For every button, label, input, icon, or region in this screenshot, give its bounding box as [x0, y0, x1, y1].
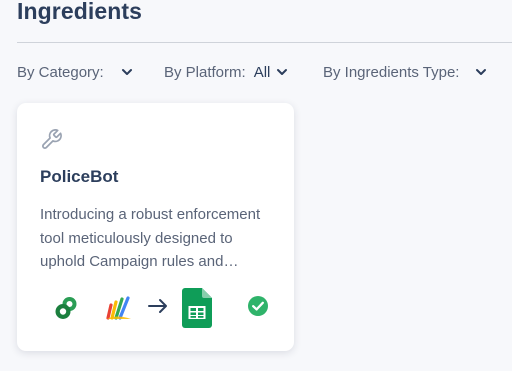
ingredient-card[interactable]: PoliceBot Introducing a robust enforceme…: [17, 103, 294, 351]
filter-platform-label: By Platform:: [164, 63, 246, 81]
filter-bar: By Category: By Platform: All By Ingredi…: [17, 61, 512, 83]
title-divider: [17, 42, 512, 43]
chevron-down-icon[interactable]: [275, 65, 289, 79]
filter-category[interactable]: By Category:: [17, 64, 134, 81]
card-description: Introducing a robust enforcement tool me…: [40, 206, 261, 270]
filter-platform-value: All: [253, 63, 271, 81]
google-sheets-icon: [182, 288, 212, 328]
card-title[interactable]: PoliceBot: [40, 167, 118, 187]
filter-category-label: By Category:: [17, 63, 104, 81]
chevron-down-icon[interactable]: [120, 65, 134, 79]
green-link-icon: [52, 293, 82, 323]
arrow-right-icon: [147, 297, 169, 315]
check-circle-icon: [247, 295, 269, 317]
looker-studio-icon: [105, 294, 133, 320]
chevron-down-icon[interactable]: [474, 65, 488, 79]
filter-platform[interactable]: By Platform: All: [164, 64, 289, 81]
integration-icons: [17, 283, 294, 331]
filter-ingredients-type-label: By Ingredients Type:: [323, 63, 460, 81]
wrench-icon: [40, 128, 63, 151]
filter-ingredients-type[interactable]: By Ingredients Type:: [323, 64, 488, 81]
page-title: Ingredients: [17, 0, 143, 24]
